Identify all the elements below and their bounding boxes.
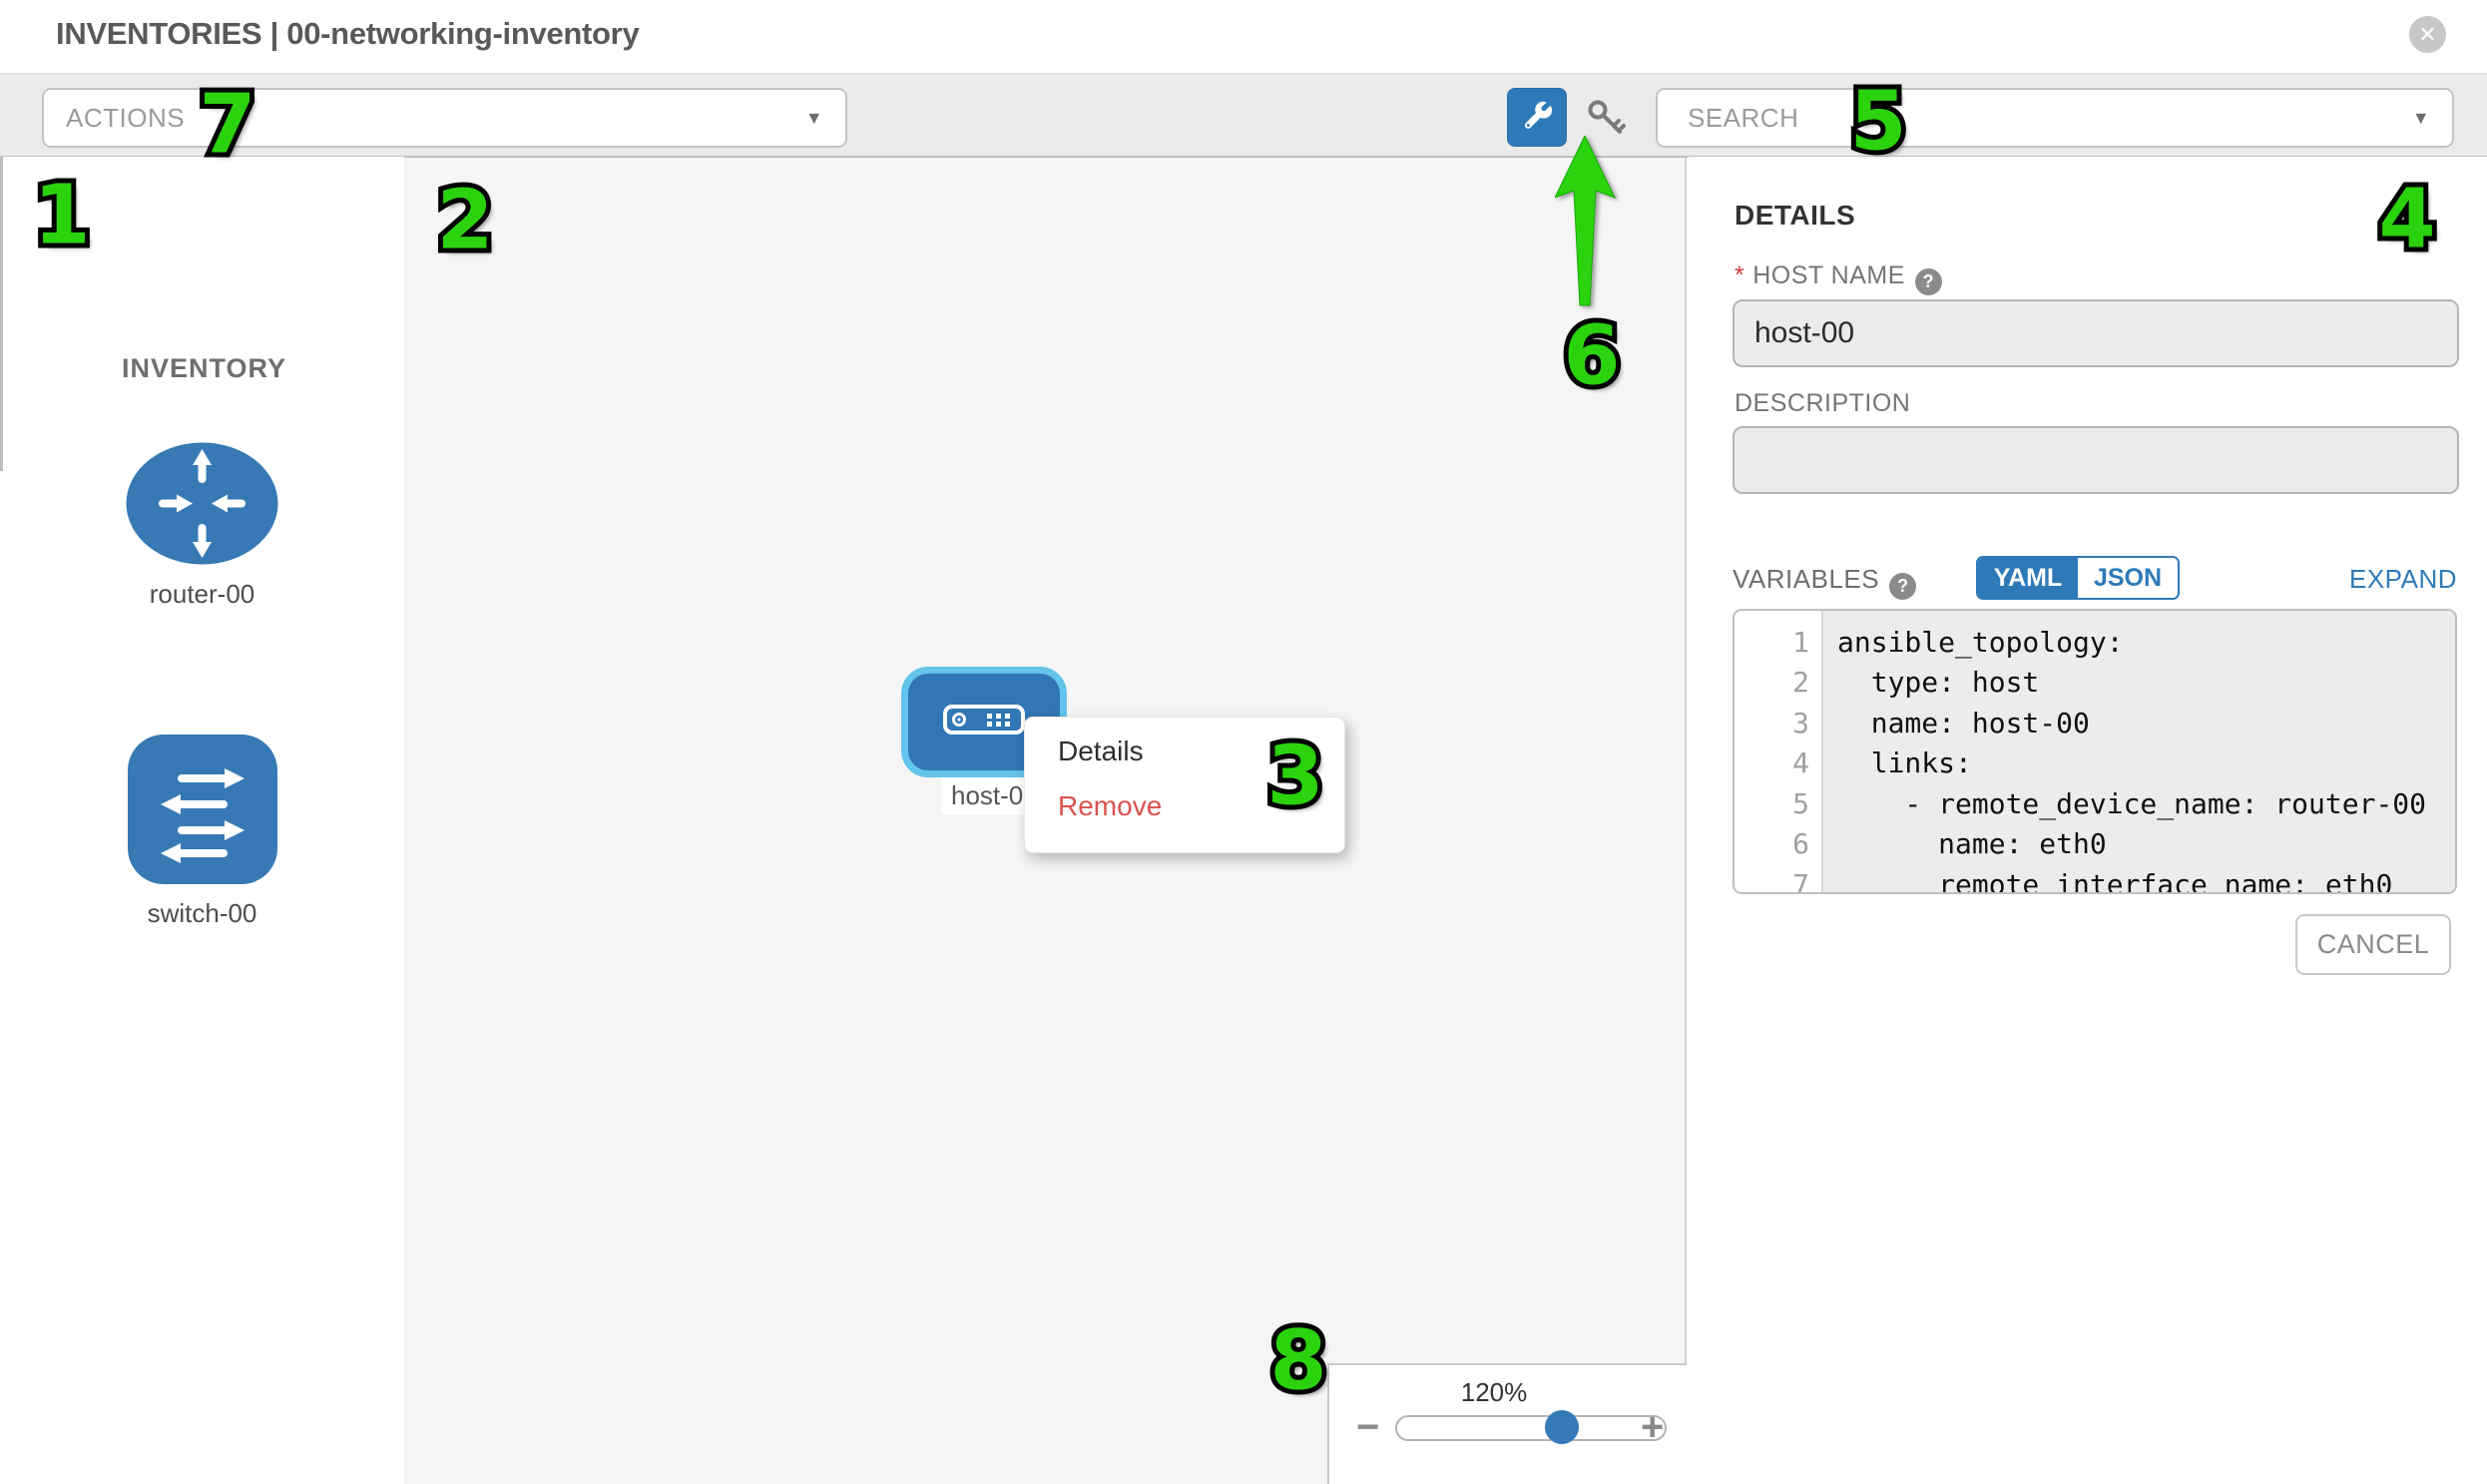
search-dropdown-label: SEARCH [1688,103,1798,134]
code-lines: 1ansible_topology: 2 type: host 3 name: … [1735,622,2455,894]
expand-link[interactable]: EXPAND [2349,564,2457,595]
description-label: DESCRIPTION [1735,389,1910,418]
zoom-control-panel: 120% − + [1327,1363,1687,1484]
host-icon [943,705,1025,740]
header: INVENTORIES | 00-networking-inventory ✕ [0,0,2487,75]
router-icon [125,553,279,570]
cancel-button[interactable]: CANCEL [2295,914,2451,975]
annotation-arrow-icon [1555,136,1619,315]
code-line: 2 type: host [1735,663,2455,704]
help-icon[interactable]: ? [1889,573,1916,600]
annotation-number-8: 8 [1269,1314,1326,1409]
help-icon[interactable]: ? [1915,268,1942,295]
details-heading: DETAILS [1735,200,1855,232]
code-line: 6 name: eth0 [1735,824,2455,865]
search-dropdown[interactable]: SEARCH ▾ [1656,88,2454,148]
required-asterisk: * [1735,261,1744,289]
sidebar-item-switch[interactable]: switch-00 [0,734,404,929]
chevron-down-icon: ▾ [808,106,819,131]
chevron-down-icon: ▾ [2415,106,2426,131]
zoom-in-button[interactable]: + [1641,1407,1664,1447]
zoom-slider-track[interactable] [1395,1415,1667,1441]
inventory-sidebar: INVENTORY router-00 [0,157,406,1484]
sidebar-item-router[interactable]: router-00 [0,441,404,610]
close-icon[interactable]: ✕ [2409,16,2446,53]
code-line: 7 remote_interface_name: eth0 [1735,864,2455,894]
code-line: 3 name: host-00 [1735,703,2455,743]
topology-canvas[interactable]: host-00 Details Remove 120% − + [404,157,1687,1484]
details-panel: DETAILS *HOST NAME? DESCRIPTION VARIABLE… [1689,157,2487,1484]
annotation-number-6: 6 [1563,309,1620,404]
description-input[interactable] [1733,426,2459,494]
key-icon [1586,98,1628,141]
code-line: 5 - remote_device_name: router-00 [1735,783,2455,824]
annotation-number-1: 1 [33,169,90,263]
variables-row: VARIABLES? YAML JSON EXPAND [1733,564,2457,608]
key-toggle-button[interactable] [1585,99,1629,139]
page-title: INVENTORIES | 00-networking-inventory [56,16,639,52]
host-name-input[interactable] [1733,299,2459,367]
annotation-number-7: 7 [199,78,255,173]
inventory-topology-window: INVENTORIES | 00-networking-inventory ✕ … [0,0,2487,1484]
code-line: 4 links: [1735,743,2455,784]
sidebar-heading: INVENTORY [122,353,286,384]
tab-json[interactable]: JSON [2078,558,2178,598]
tab-yaml[interactable]: YAML [1978,558,2078,598]
annotation-number-3: 3 [1266,730,1323,824]
variables-format-toggle: YAML JSON [1976,556,2180,600]
annotation-number-5: 5 [1849,75,1906,170]
toolbar: ACTIONS ▾ [0,75,2487,158]
code-line: 1ansible_topology: [1735,622,2455,663]
actions-dropdown-label: ACTIONS [66,103,185,134]
actions-dropdown[interactable]: ACTIONS ▾ [42,88,847,148]
sidebar-item-label: switch-00 [0,898,404,929]
zoom-level-value: 120% [1329,1377,1659,1408]
host-name-label: *HOST NAME? [1735,261,1942,295]
zoom-out-button[interactable]: − [1356,1407,1379,1447]
sidebar-scrollbar[interactable] [0,157,3,471]
zoom-slider-handle[interactable] [1545,1410,1579,1444]
variables-code-editor[interactable]: 1ansible_topology: 2 type: host 3 name: … [1733,609,2457,894]
switch-icon [127,872,278,889]
wrench-icon [1520,98,1554,137]
sidebar-item-label: router-00 [0,579,404,610]
annotation-number-4: 4 [2378,173,2435,267]
annotation-number-2: 2 [436,174,493,268]
variables-label: VARIABLES [1733,564,1879,594]
